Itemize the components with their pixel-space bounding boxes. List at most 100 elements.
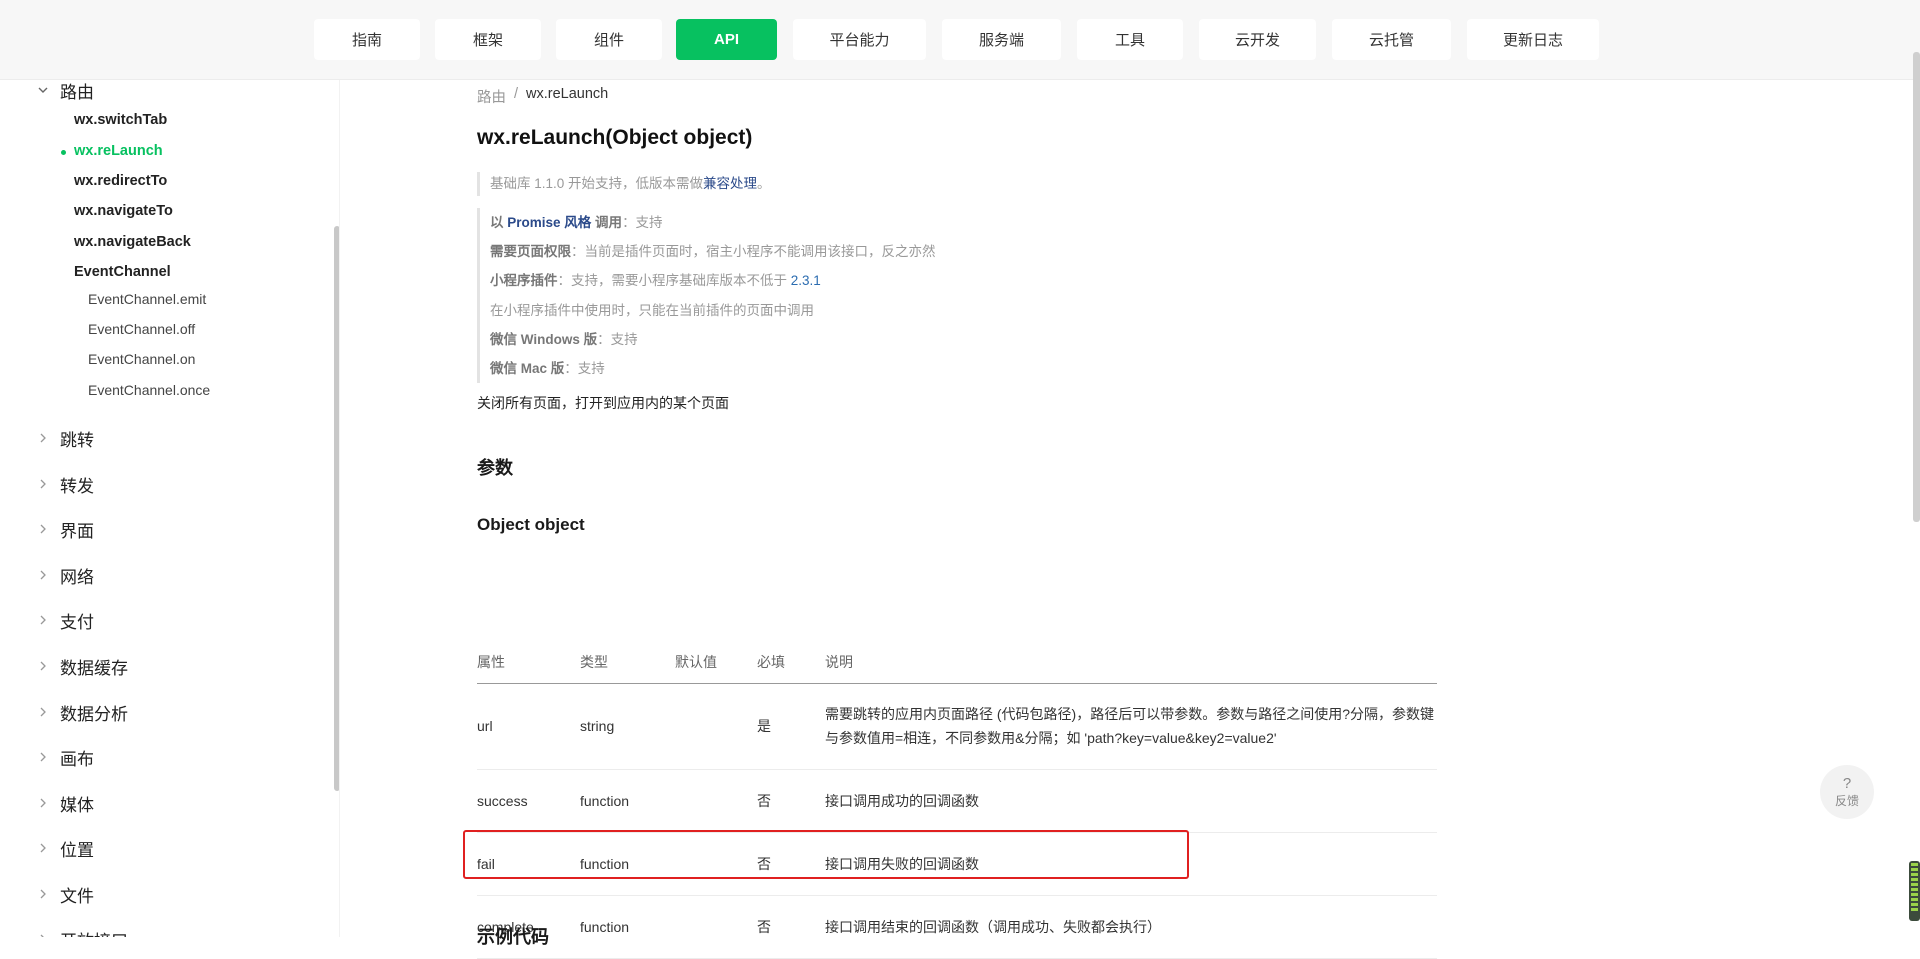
cell-desc: 接口调用成功的回调函数 [825, 769, 1437, 833]
page-title: wx.reLaunch(Object object) [477, 126, 753, 149]
note-plugin-usage: 在小程序插件中使用时，只能在当前插件的页面中调用 [490, 296, 1277, 325]
chevron-right-icon [36, 431, 50, 445]
note-label: 需要页面权限 [490, 244, 571, 260]
chevron-right-icon [36, 705, 50, 719]
since-suffix: 。 [757, 176, 771, 191]
sidebar: 路由 wx.switchTab wx.reLaunch wx.redirectT… [0, 80, 340, 937]
sidebar-group-label: 跳转 [60, 430, 94, 450]
chevron-right-icon [36, 887, 50, 901]
top-navigation: 指南 框架 组件 API 平台能力 服务端 工具 云开发 云托管 更新日志 [0, 0, 1920, 80]
question-icon: ? [1842, 774, 1852, 792]
tab-components[interactable]: 组件 [556, 19, 662, 60]
sidebar-subitem-emit[interactable]: EventChannel.emit [88, 289, 206, 309]
chevron-right-icon [36, 477, 50, 491]
sidebar-group-storage[interactable]: 数据缓存 [0, 654, 330, 678]
sidebar-item-navigateto[interactable]: wx.navigateTo [74, 201, 173, 221]
compat-link[interactable]: 兼容处理 [703, 176, 757, 191]
chevron-right-icon [36, 932, 50, 937]
sidebar-group-location[interactable]: 位置 [0, 836, 330, 860]
cell-required: 否 [757, 832, 825, 896]
sidebar-group-network[interactable]: 网络 [0, 563, 330, 587]
sidebar-group-media[interactable]: 媒体 [0, 791, 330, 815]
breadcrumb-parent[interactable]: 路由 [477, 86, 506, 107]
note-label: 小程序插件 [490, 273, 558, 289]
sidebar-group-share[interactable]: 转发 [0, 472, 330, 496]
sidebar-group-label: 数据缓存 [60, 658, 128, 678]
cell-default [675, 683, 757, 770]
page-scrollbar[interactable] [1913, 52, 1920, 522]
tab-tools[interactable]: 工具 [1077, 19, 1183, 60]
tab-guide[interactable]: 指南 [314, 19, 420, 60]
note-value: ：支持 [622, 215, 663, 230]
note-mac: 微信 Mac 版：支持 [490, 354, 1277, 383]
tab-cloud-hosting[interactable]: 云托管 [1332, 19, 1451, 60]
sidebar-item-relaunch[interactable]: wx.reLaunch [74, 141, 163, 161]
sidebar-group-navigate[interactable]: 跳转 [0, 426, 330, 450]
note-value: ：支持 [564, 360, 605, 376]
tab-platform[interactable]: 平台能力 [793, 19, 926, 60]
sidebar-group-analytics[interactable]: 数据分析 [0, 700, 330, 724]
cell-prop: fail [477, 832, 580, 896]
sidebar-group-label: 媒体 [60, 795, 94, 815]
chevron-right-icon [36, 750, 50, 764]
col-header-type: 类型 [580, 642, 675, 684]
sidebar-group-label: 网络 [60, 567, 94, 587]
sidebar-group-canvas[interactable]: 画布 [0, 745, 330, 769]
feedback-button[interactable]: ? 反馈 [1820, 765, 1874, 819]
plugin-version-link[interactable]: 2.3.1 [791, 273, 821, 288]
support-notes: 以 Promise 风格 调用：支持 需要页面权限：当前是插件页面时，宿主小程序… [477, 208, 1277, 384]
sidebar-group-payment[interactable]: 支付 [0, 608, 330, 632]
sidebar-group-label: 界面 [60, 521, 94, 541]
note-value: ：支持 [597, 331, 638, 347]
col-header-default: 默认值 [675, 642, 757, 684]
main-content: 路由 / wx.reLaunch wx.reLaunch(Object obje… [340, 80, 1920, 959]
cell-required: 否 [757, 769, 825, 833]
sidebar-group-ui[interactable]: 界面 [0, 517, 330, 541]
cell-desc: 接口调用失败的回调函数 [825, 832, 1437, 896]
cell-default [675, 895, 757, 959]
note-plugin: 小程序插件：支持，需要小程序基础库版本不低于 2.3.1 [490, 266, 1277, 295]
cell-type: function [580, 832, 675, 896]
sidebar-group-label: 文件 [60, 886, 94, 906]
note-permission: 需要页面权限：当前是插件页面时，宿主小程序不能调用该接口，反之亦然 [490, 237, 1277, 266]
sidebar-item-navigateback[interactable]: wx.navigateBack [74, 232, 191, 252]
table-row: success function 否 接口调用成功的回调函数 [477, 769, 1437, 833]
sidebar-group-file[interactable]: 文件 [0, 882, 330, 906]
chevron-right-icon [36, 841, 50, 855]
sidebar-item-switchtab[interactable]: wx.switchTab [74, 110, 167, 130]
promise-link[interactable]: Promise 风格 [507, 215, 591, 230]
sidebar-group-open-api[interactable]: 开放接口 [0, 927, 330, 937]
sidebar-group-label: 路由 [60, 82, 94, 102]
cell-prop: url [477, 683, 580, 770]
tab-api[interactable]: API [676, 19, 777, 60]
note-label: 以 [490, 215, 508, 230]
cell-type: function [580, 769, 675, 833]
tab-cloud-dev[interactable]: 云开发 [1199, 19, 1316, 60]
sidebar-item-redirectto[interactable]: wx.redirectTo [74, 171, 167, 191]
breadcrumb-current: wx.reLaunch [526, 86, 609, 102]
sidebar-item-eventchannel[interactable]: EventChannel [74, 262, 171, 282]
since-text: 基础库 1.1.0 开始支持，低版本需做 [490, 176, 704, 191]
chevron-right-icon [36, 568, 50, 582]
cell-default [675, 832, 757, 896]
tab-changelog[interactable]: 更新日志 [1467, 19, 1599, 60]
example-heading: 示例代码 [477, 927, 549, 947]
params-table: 属性 类型 默认值 必填 说明 url string 是 需要跳转的应用内页面路… [477, 642, 1437, 959]
chevron-right-icon [36, 613, 50, 627]
sidebar-group-routing[interactable]: 路由 [0, 80, 330, 102]
note-value: ：当前是插件页面时，宿主小程序不能调用该接口，反之亦然 [571, 244, 936, 260]
sidebar-subitem-on[interactable]: EventChannel.on [88, 349, 195, 369]
breadcrumb-separator: / [514, 86, 519, 102]
cell-required: 是 [757, 683, 825, 770]
cell-desc: 需要跳转的应用内页面路径 (代码包路径)，路径后可以带参数。参数与路径之间使用?… [825, 683, 1437, 770]
chevron-right-icon [36, 659, 50, 673]
tab-framework[interactable]: 框架 [435, 19, 541, 60]
sidebar-subitem-off[interactable]: EventChannel.off [88, 319, 195, 339]
cell-prop: success [477, 769, 580, 833]
cell-default [675, 769, 757, 833]
sidebar-group-label: 转发 [60, 476, 94, 496]
cell-type: function [580, 895, 675, 959]
tab-server[interactable]: 服务端 [942, 19, 1061, 60]
sidebar-subitem-once[interactable]: EventChannel.once [88, 380, 210, 400]
note-label: 微信 Windows 版 [490, 331, 598, 347]
